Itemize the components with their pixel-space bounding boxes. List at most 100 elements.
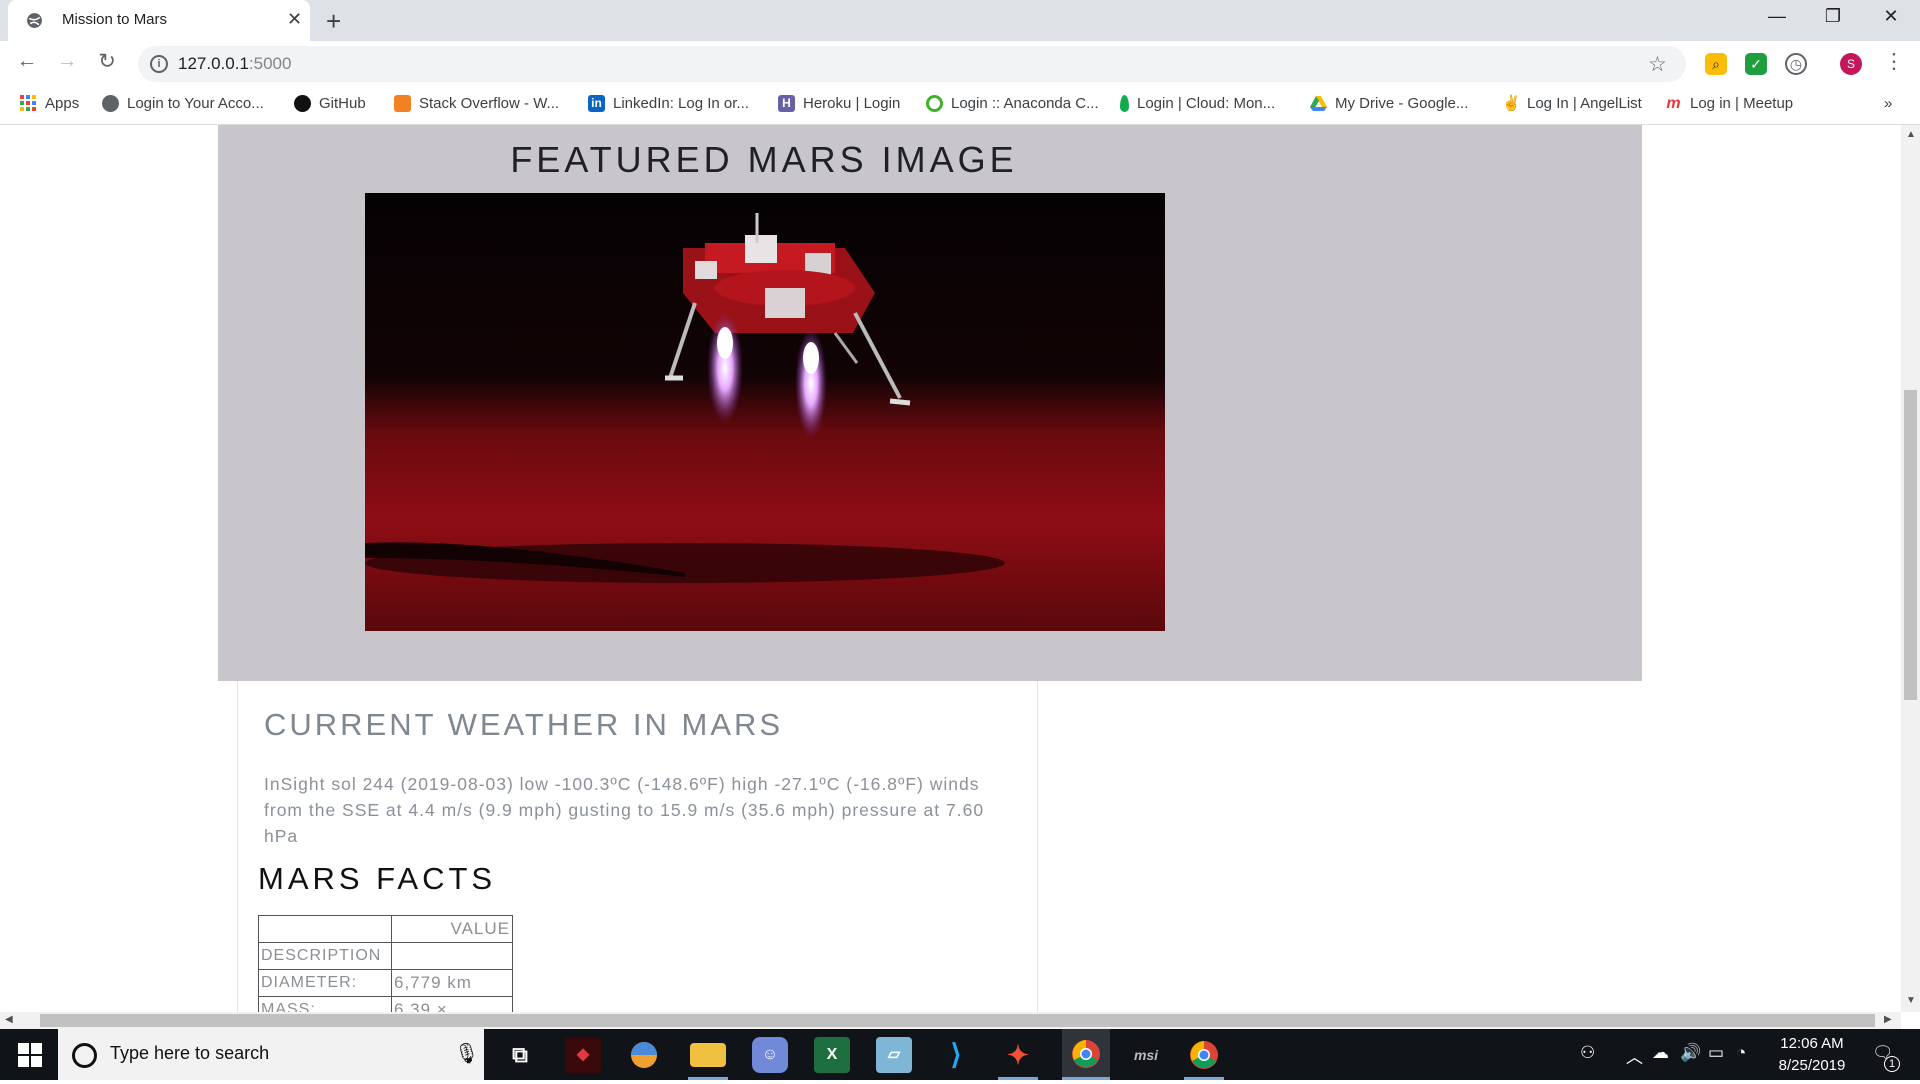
anaconda-icon [926, 95, 943, 112]
microphone-icon[interactable]: 🎙 [454, 1041, 479, 1066]
github-icon [294, 95, 311, 112]
table-header-row: VALUE [258, 915, 513, 943]
excel-icon[interactable]: X [814, 1037, 850, 1073]
bookmark-label: Login to Your Acco... [127, 95, 264, 112]
bookmark-heroku[interactable]: H Heroku | Login [778, 95, 900, 112]
bookmark-github[interactable]: GitHub [294, 95, 366, 112]
taskbar-clock[interactable]: 12:06 AM 8/25/2019 [1760, 1033, 1864, 1077]
info-icon[interactable]: i [150, 55, 168, 73]
globe-icon [27, 13, 42, 28]
people-icon[interactable]: ⚇ [1580, 1043, 1595, 1063]
notes-app-icon[interactable]: ▱ [876, 1037, 912, 1073]
file-explorer-icon[interactable] [690, 1043, 726, 1067]
bookmarks-bar: Apps Login to Your Acco... GitHub Stack … [0, 86, 1920, 125]
angellist-icon: ✌ [1502, 95, 1521, 112]
bookmark-label: Heroku | Login [803, 95, 901, 112]
battery-icon[interactable]: ▭ [1708, 1043, 1724, 1063]
reload-icon[interactable]: ↻ [93, 49, 121, 74]
horizontal-scroll-thumb[interactable] [40, 1014, 1875, 1027]
bookmark-label: Log in | Meetup [1690, 95, 1794, 112]
bookmark-mongodb[interactable]: Login | Cloud: Mon... [1120, 95, 1275, 112]
address-bar[interactable]: i 127.0.0.1:5000 ☆ [138, 46, 1686, 82]
table-cell: 6,779 km [391, 969, 513, 997]
game-app-icon[interactable]: ◆ [565, 1037, 601, 1073]
cortana-icon [72, 1043, 97, 1068]
scroll-down-icon[interactable]: ▼ [1906, 995, 1916, 1006]
table-row: DIAMETER: 6,779 km [258, 969, 513, 997]
globe-icon [102, 95, 119, 112]
wifi-icon[interactable]: ◔ [1736, 1043, 1746, 1063]
table-header-cell [258, 915, 392, 943]
bookmark-star-icon[interactable]: ☆ [1648, 52, 1667, 77]
windows-taskbar: Type here to search 🎙 ⧉ ◆ ☺ X ▱ ⟩ ✦ msi … [0, 1029, 1920, 1080]
extension-check-icon[interactable]: ✓ [1745, 53, 1767, 75]
bookmark-label: GitHub [319, 95, 366, 112]
more-bookmarks-icon[interactable]: » [1884, 95, 1892, 112]
bookmark-apps[interactable]: Apps [20, 95, 79, 112]
extension-search-icon[interactable]: ⌕ [1705, 53, 1727, 75]
chrome-icon[interactable] [1186, 1037, 1222, 1073]
chrome-icon[interactable] [1062, 1029, 1110, 1080]
show-hidden-icons-chevron-icon[interactable]: ︿ [1626, 1043, 1643, 1068]
forward-icon[interactable]: → [53, 49, 81, 73]
vertical-scroll-thumb[interactable] [1904, 390, 1917, 700]
bookmark-meetup[interactable]: m Log in | Meetup [1665, 95, 1793, 112]
notification-count-badge: 1 [1884, 1056, 1900, 1072]
close-tab-icon[interactable]: ✕ [287, 9, 302, 30]
url-text[interactable]: 127.0.0.1:5000 [178, 54, 291, 74]
scroll-right-icon[interactable]: ▶ [1884, 1014, 1892, 1025]
msi-icon[interactable]: msi [1124, 1037, 1168, 1073]
onedrive-cloud-icon[interactable]: ☁ [1652, 1043, 1669, 1063]
weather-title: CURRENT WEATHER IN MARS [264, 707, 784, 742]
git-app-icon[interactable]: ✦ [1000, 1037, 1036, 1073]
table-cell: DIAMETER: [258, 969, 392, 997]
windows-start-icon[interactable] [0, 1029, 58, 1080]
tab-strip: Mission to Mars ✕ + — ❐ ✕ [0, 0, 1920, 41]
profile-avatar[interactable]: S [1840, 53, 1862, 75]
weather-card: CURRENT WEATHER IN MARS InSight sol 244 … [237, 681, 1038, 1012]
taskbar-search[interactable]: Type here to search 🎙 [58, 1029, 484, 1080]
bookmark-label: Login | Cloud: Mon... [1137, 95, 1276, 112]
mongodb-leaf-icon [1120, 95, 1129, 112]
back-icon[interactable]: ← [13, 49, 41, 73]
bookmark-label: Login :: Anaconda C... [951, 95, 1099, 112]
bookmark-label: Stack Overflow - W... [419, 95, 560, 112]
extension-clock-icon[interactable]: ◷ [1785, 53, 1807, 75]
bookmark-google-drive[interactable]: My Drive - Google... [1310, 95, 1468, 112]
menu-kebab-icon[interactable]: ⋮ [1880, 49, 1908, 74]
heroku-icon: H [778, 95, 795, 112]
bookmark-label: Apps [45, 95, 80, 112]
close-window-icon[interactable]: ✕ [1868, 6, 1914, 27]
table-row: DESCRIPTION [258, 942, 513, 970]
scroll-left-icon[interactable]: ◀ [5, 1014, 13, 1025]
weather-report: InSight sol 244 (2019-08-03) low -100.3º… [264, 774, 985, 846]
restore-icon[interactable]: ❐ [1810, 6, 1856, 27]
stackoverflow-icon [394, 95, 411, 112]
task-view-icon[interactable]: ⧉ [502, 1037, 538, 1073]
table-cell: 6.39 × [391, 996, 513, 1012]
table-cell: DESCRIPTION [258, 942, 392, 970]
apps-grid-icon [20, 95, 37, 112]
table-cell: MASS: [258, 996, 392, 1012]
featured-image-section: FEATURED MARS IMAGE [218, 125, 1642, 681]
volume-icon[interactable]: 🔊 [1680, 1043, 1701, 1063]
vscode-icon[interactable]: ⟩ [938, 1037, 974, 1073]
bookmark-label: My Drive - Google... [1335, 95, 1469, 112]
bookmark-angellist[interactable]: ✌ Log In | AngelList [1502, 95, 1642, 112]
bookmark-linkedin[interactable]: in LinkedIn: Log In or... [588, 95, 749, 112]
minimize-icon[interactable]: — [1754, 6, 1800, 27]
browser-app-icon[interactable] [626, 1037, 662, 1073]
clock-date: 8/25/2019 [1778, 1057, 1846, 1074]
browser-tab[interactable]: Mission to Mars ✕ [8, 0, 310, 41]
bookmark-anaconda[interactable]: Login :: Anaconda C... [926, 95, 1099, 112]
table-row: MASS: 6.39 × [258, 996, 513, 1012]
google-drive-icon [1310, 95, 1327, 112]
meetup-icon: m [1666, 95, 1681, 112]
new-tab-icon[interactable]: + [326, 6, 341, 37]
discord-icon[interactable]: ☺ [752, 1037, 788, 1073]
taskbar-search-placeholder: Type here to search [110, 1043, 270, 1063]
bookmark-login-account[interactable]: Login to Your Acco... [102, 95, 264, 112]
scroll-up-icon[interactable]: ▲ [1906, 129, 1916, 140]
bookmark-stackoverflow[interactable]: Stack Overflow - W... [394, 95, 559, 112]
featured-image-title: FEATURED MARS IMAGE [510, 139, 1018, 180]
